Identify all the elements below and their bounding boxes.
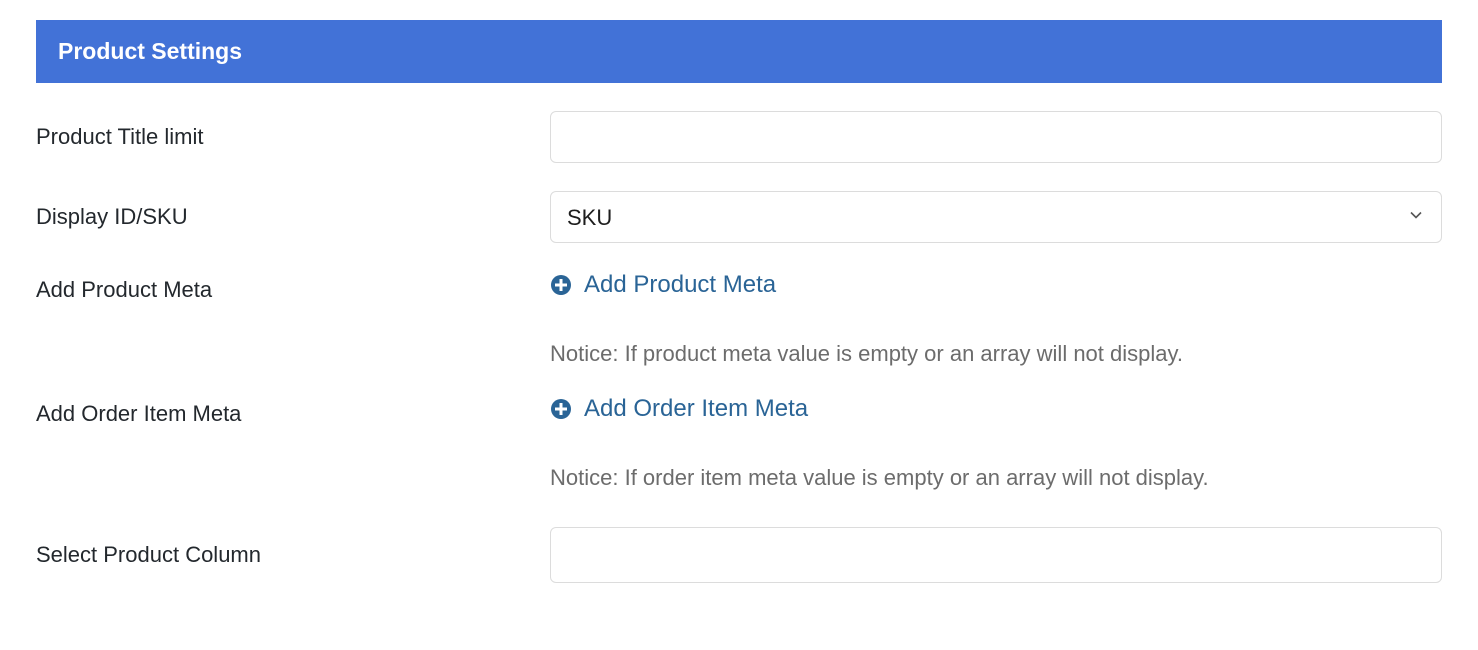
plus-circle-icon	[550, 398, 572, 420]
control-add-order-item-meta: Add Order Item Meta Notice: If order ite…	[550, 395, 1442, 491]
row-display-id-sku: Display ID/SKU SKU	[36, 191, 1442, 243]
label-product-title-limit: Product Title limit	[36, 124, 550, 150]
display-id-sku-select-wrap: SKU	[550, 191, 1442, 243]
row-select-product-column: Select Product Column	[36, 527, 1442, 583]
control-product-title-limit	[550, 111, 1442, 163]
display-id-sku-select[interactable]: SKU	[550, 191, 1442, 243]
product-title-limit-input[interactable]	[550, 111, 1442, 163]
row-add-order-item-meta: Add Order Item Meta Add Order Item Meta …	[36, 395, 1442, 491]
control-select-product-column	[550, 527, 1442, 583]
control-add-product-meta: Add Product Meta Notice: If product meta…	[550, 271, 1442, 367]
settings-panel: Product Settings Product Title limit Dis…	[0, 0, 1478, 607]
product-meta-notice: Notice: If product meta value is empty o…	[550, 341, 1442, 367]
label-select-product-column: Select Product Column	[36, 542, 550, 568]
row-product-title-limit: Product Title limit	[36, 111, 1442, 163]
panel-title: Product Settings	[58, 38, 242, 64]
label-add-order-item-meta: Add Order Item Meta	[36, 395, 550, 427]
row-add-product-meta: Add Product Meta Add Product Meta Notice…	[36, 271, 1442, 367]
add-order-item-meta-link-text: Add Order Item Meta	[584, 395, 808, 423]
control-display-id-sku: SKU	[550, 191, 1442, 243]
order-item-meta-notice: Notice: If order item meta value is empt…	[550, 465, 1442, 491]
add-order-item-meta-link[interactable]: Add Order Item Meta	[550, 395, 808, 423]
label-display-id-sku: Display ID/SKU	[36, 204, 550, 230]
add-product-meta-link[interactable]: Add Product Meta	[550, 271, 776, 299]
panel-header: Product Settings	[36, 20, 1442, 83]
add-product-meta-link-text: Add Product Meta	[584, 271, 776, 299]
select-product-column-input[interactable]	[550, 527, 1442, 583]
label-add-product-meta: Add Product Meta	[36, 271, 550, 303]
plus-circle-icon	[550, 274, 572, 296]
